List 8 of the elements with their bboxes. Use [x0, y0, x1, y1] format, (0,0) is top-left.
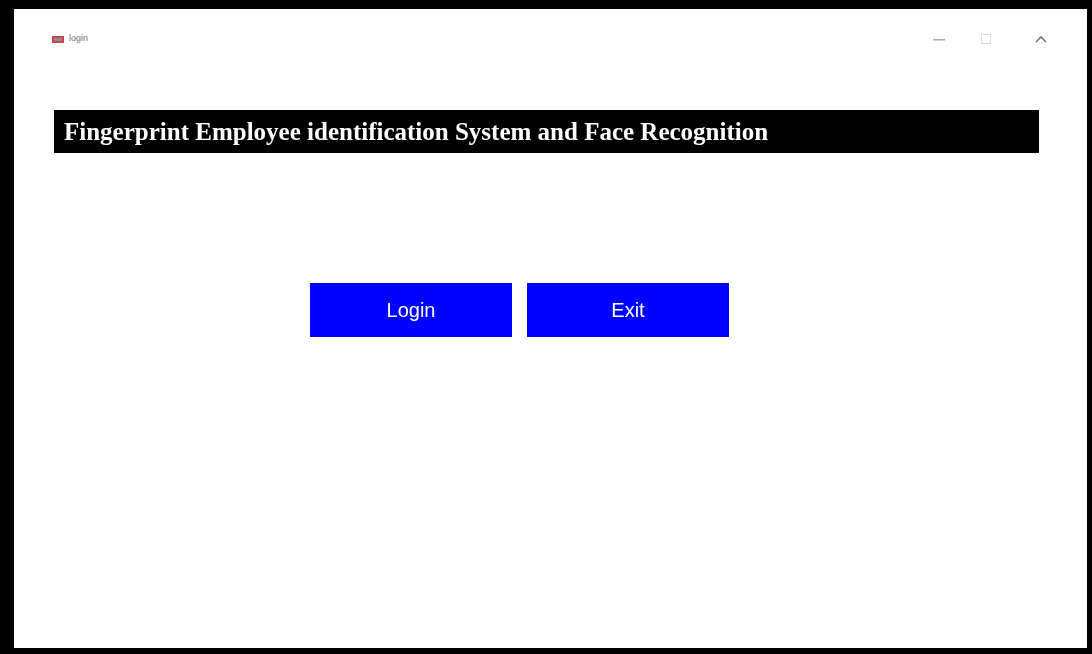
title-banner: Fingerprint Employee identification System and Face Recognition	[54, 110, 1039, 153]
minimize-icon[interactable]	[933, 37, 945, 41]
maximize-icon[interactable]	[981, 34, 991, 44]
chevron-up-icon[interactable]	[1035, 35, 1047, 43]
window-title: login	[69, 32, 88, 46]
action-button[interactable]: Login	[310, 283, 512, 337]
action-button[interactable]: Exit	[527, 283, 729, 337]
app-icon	[52, 34, 64, 44]
